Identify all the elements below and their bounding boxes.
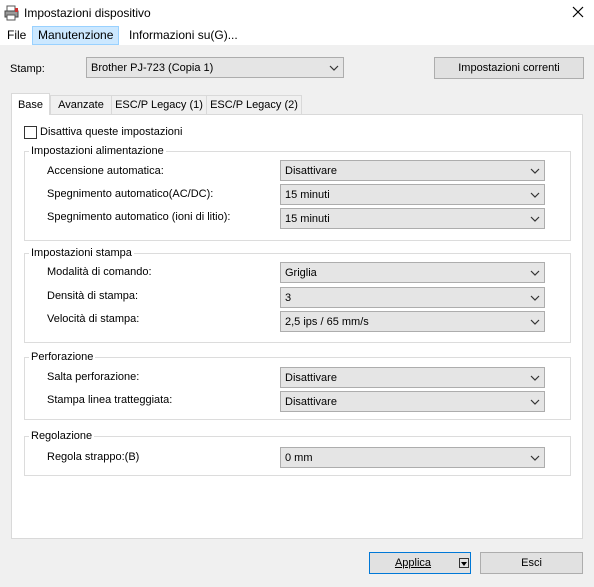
skip-perforation-value: Disattivare (285, 371, 337, 384)
print-speed-value: 2,5 ips / 65 mm/s (285, 315, 369, 328)
close-button[interactable] (562, 0, 594, 26)
auto-power-off-ac-label: Spegnimento automatico(AC/DC): (47, 188, 214, 200)
exit-button[interactable]: Esci (480, 552, 583, 574)
auto-power-off-li-select[interactable]: 15 minuti (280, 208, 545, 229)
printer-select-value: Brother PJ-723 (Copia 1) (91, 61, 214, 74)
command-mode-select[interactable]: Griglia (280, 262, 545, 283)
apply-button[interactable]: Applica (369, 552, 471, 574)
auto-power-on-value: Disattivare (285, 164, 337, 177)
skip-perforation-select[interactable]: Disattivare (280, 367, 545, 388)
chevron-down-icon (526, 455, 544, 461)
print-density-label: Densità di stampa: (47, 290, 139, 302)
menu-bar: File Manutenzione Informazioni su(G)... (0, 26, 594, 45)
auto-power-off-li-label: Spegnimento automatico (ioni di litio): (47, 211, 231, 223)
window-title: Impostazioni dispositivo (24, 6, 151, 20)
menu-file[interactable]: File (2, 26, 31, 45)
perforation-title: Perforazione (29, 351, 96, 363)
apply-dropdown-toggle[interactable] (459, 558, 469, 568)
print-density-value: 3 (285, 291, 292, 304)
tab-base[interactable]: Base (11, 93, 50, 115)
print-speed-label: Velocità di stampa: (47, 313, 140, 325)
auto-power-off-ac-value: 15 minuti (285, 188, 330, 201)
dashed-line-label: Stampa linea tratteggiata: (47, 394, 173, 406)
apply-label: Applica (394, 557, 432, 569)
print-density-select[interactable]: 3 (280, 287, 545, 308)
printer-app-icon (4, 5, 20, 21)
dashed-line-value: Disattivare (285, 395, 337, 408)
tab-escp-legacy-1[interactable]: ESC/P Legacy (1) (111, 95, 207, 114)
printer-label: Stamp: (10, 63, 45, 75)
auto-power-on-select[interactable]: Disattivare (280, 160, 545, 181)
tear-adjust-value: 0 mm (285, 451, 313, 464)
caret-down-icon (461, 557, 467, 569)
auto-power-off-li-value: 15 minuti (285, 212, 330, 225)
command-mode-label: Modalità di comando: (47, 266, 152, 278)
chevron-down-icon (526, 216, 544, 222)
tear-adjust-select[interactable]: 0 mm (280, 447, 545, 468)
power-settings-title: Impostazioni alimentazione (29, 145, 166, 157)
chevron-down-icon (526, 319, 544, 325)
menu-about[interactable]: Informazioni su(G)... (124, 26, 243, 45)
auto-power-on-label: Accensione automatica: (47, 165, 164, 177)
print-settings-title: Impostazioni stampa (29, 247, 134, 259)
chevron-down-icon (526, 192, 544, 198)
chevron-down-icon (526, 375, 544, 381)
disable-settings-label: Disattiva queste impostazioni (40, 126, 183, 138)
chevron-down-icon (526, 270, 544, 276)
chevron-down-icon (526, 399, 544, 405)
printer-select[interactable]: Brother PJ-723 (Copia 1) (86, 57, 344, 78)
current-settings-button[interactable]: Impostazioni correnti (434, 57, 584, 79)
tab-escp-legacy-2[interactable]: ESC/P Legacy (2) (206, 95, 302, 114)
menu-maintenance[interactable]: Manutenzione (32, 26, 120, 45)
chevron-down-icon (325, 65, 343, 71)
dashed-line-select[interactable]: Disattivare (280, 391, 545, 412)
print-speed-select[interactable]: 2,5 ips / 65 mm/s (280, 311, 545, 332)
auto-power-off-ac-select[interactable]: 15 minuti (280, 184, 545, 205)
adjust-title: Regolazione (29, 430, 95, 442)
command-mode-value: Griglia (285, 266, 317, 279)
close-icon (572, 6, 584, 21)
tear-adjust-label: Regola strappo:(B) (47, 451, 140, 463)
chevron-down-icon (526, 168, 544, 174)
skip-perforation-label: Salta perforazione: (47, 371, 140, 383)
tab-advanced[interactable]: Avanzate (50, 95, 112, 114)
disable-settings-checkbox[interactable] (24, 126, 37, 139)
chevron-down-icon (526, 295, 544, 301)
title-bar: Impostazioni dispositivo (0, 0, 594, 26)
